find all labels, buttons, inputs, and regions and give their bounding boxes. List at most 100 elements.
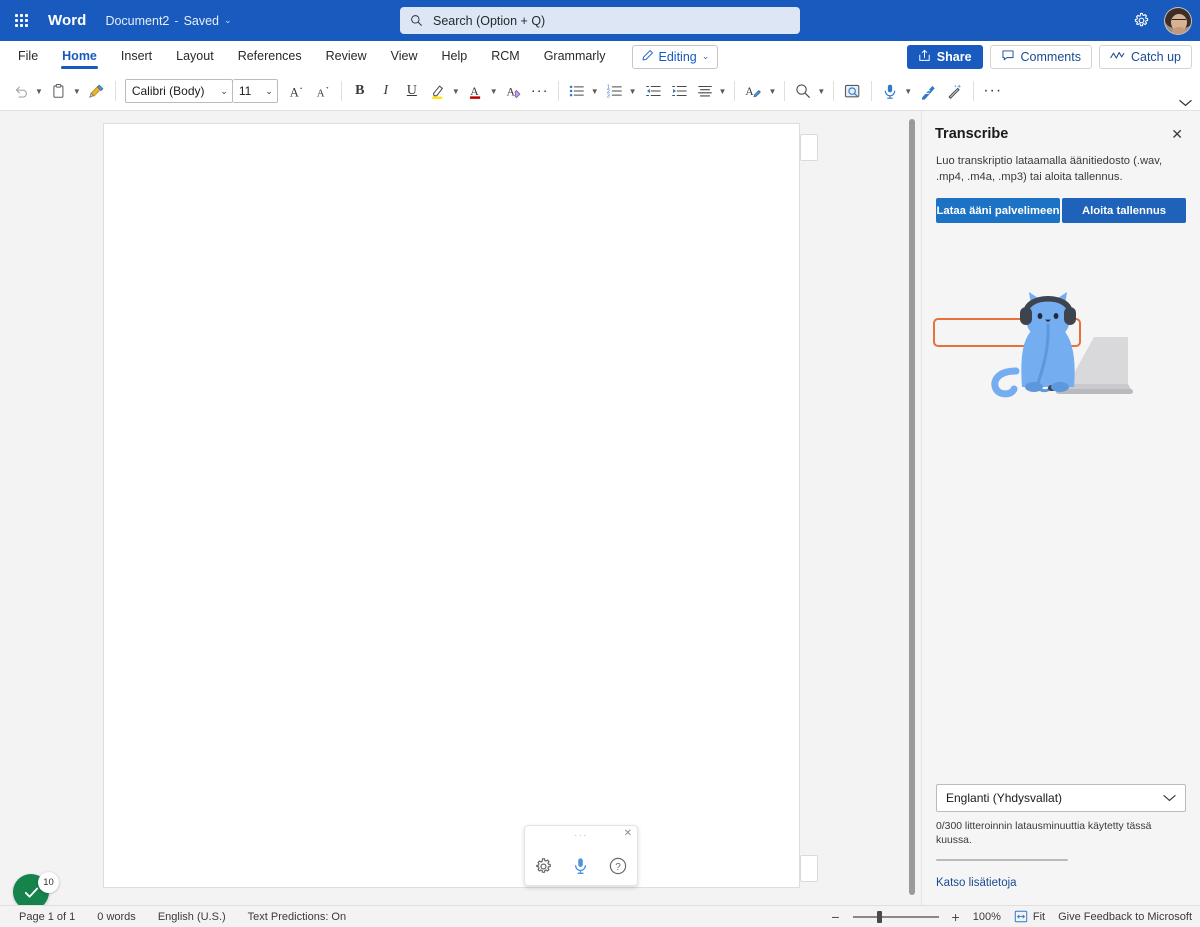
bullet-list-dropdown[interactable]: ▼ <box>590 87 602 96</box>
dictate-dropdown[interactable]: ▼ <box>903 87 915 96</box>
collapse-ribbon-button[interactable] <box>1179 72 1192 111</box>
toolbar-divider <box>784 81 786 101</box>
language-select[interactable]: Englanti (Yhdysvallat) <box>936 784 1186 812</box>
transcribe-pane-header: Transcribe ✕ <box>922 111 1200 143</box>
editor-issue-count[interactable]: 10 <box>38 872 59 893</box>
tab-file[interactable]: File <box>6 43 50 71</box>
tab-help[interactable]: Help <box>430 43 480 71</box>
tab-grammarly[interactable]: Grammarly <box>532 43 618 71</box>
app-launcher-button[interactable] <box>4 0 38 41</box>
numbered-list-button[interactable]: 123 <box>602 77 628 105</box>
align-dropdown[interactable]: ▼ <box>718 87 730 96</box>
paste-group: ▼ <box>46 77 84 105</box>
italic-button[interactable]: I <box>373 77 399 105</box>
more-info-link[interactable]: Katso lisätietoja <box>936 877 1017 889</box>
margin-note-button-bottom[interactable] <box>800 855 818 882</box>
grow-font-button[interactable]: A <box>284 77 310 105</box>
editor-button[interactable] <box>915 77 942 105</box>
increase-indent-button[interactable] <box>666 77 692 105</box>
status-right-items: − + 100% Fit Give Feedback to Microsoft <box>831 910 1192 924</box>
paste-button[interactable] <box>46 77 72 105</box>
text-predictions-status[interactable]: Text Predictions: On <box>248 911 346 923</box>
close-icon[interactable]: ✕ <box>1168 125 1186 143</box>
zoom-out-button[interactable]: − <box>831 910 839 924</box>
zoom-in-button[interactable]: + <box>952 910 960 924</box>
scrollbar-thumb[interactable] <box>909 119 915 895</box>
tab-view[interactable]: View <box>379 43 430 71</box>
tab-layout[interactable]: Layout <box>164 43 226 71</box>
catch-up-button[interactable]: Catch up <box>1098 44 1192 69</box>
dictate-button[interactable] <box>877 77 903 105</box>
align-button[interactable] <box>692 77 718 105</box>
settings-button[interactable] <box>1128 8 1154 34</box>
drag-handle[interactable]: ··· <box>574 830 588 840</box>
word-count[interactable]: 0 words <box>97 911 136 923</box>
search-input[interactable] <box>431 12 790 29</box>
shrink-font-button[interactable]: A <box>310 77 336 105</box>
paste-dropdown[interactable]: ▼ <box>72 87 84 96</box>
toolbar-more-button[interactable]: ··· <box>979 77 1006 105</box>
editing-mode-button[interactable]: Editing ⌄ <box>631 44 719 69</box>
find-button[interactable] <box>790 77 816 105</box>
designer-button[interactable] <box>839 77 866 105</box>
copilot-button[interactable] <box>942 77 968 105</box>
share-label: Share <box>936 49 972 64</box>
styles-dropdown[interactable]: ▼ <box>767 87 779 96</box>
undo-button[interactable] <box>8 77 34 105</box>
floating-dictation-toolbar[interactable]: ··· ✕ ? <box>524 825 638 886</box>
avatar[interactable] <box>1164 6 1192 35</box>
status-bar: Page 1 of 1 0 words English (U.S.) Text … <box>0 905 1200 927</box>
zoom-level[interactable]: 100% <box>973 911 1001 923</box>
comments-button[interactable]: Comments <box>989 44 1092 69</box>
bullet-list-icon <box>569 85 584 97</box>
styles-button[interactable]: A <box>740 77 767 105</box>
share-button[interactable]: Share <box>906 44 983 69</box>
tab-references[interactable]: References <box>226 43 314 71</box>
upload-audio-button[interactable]: Lataa ääni palvelimeen <box>936 198 1060 223</box>
font-size-select[interactable]: 11 ⌄ <box>232 79 278 103</box>
document-title-menu[interactable]: Document2 - Saved ⌄ <box>105 14 231 28</box>
tab-insert[interactable]: Insert <box>109 43 164 71</box>
font-color-dropdown[interactable]: ▼ <box>489 87 501 96</box>
pane-title: Transcribe <box>935 126 1009 142</box>
format-painter-button[interactable] <box>84 77 110 105</box>
floating-help-button[interactable]: ? <box>605 853 631 879</box>
document-canvas[interactable] <box>0 111 921 905</box>
floating-settings-button[interactable] <box>531 853 557 879</box>
document-page[interactable] <box>103 123 800 888</box>
font-color-button[interactable]: A <box>463 77 489 105</box>
bold-button[interactable]: B <box>347 77 373 105</box>
underline-button[interactable]: U <box>399 77 425 105</box>
decrease-indent-button[interactable] <box>640 77 666 105</box>
page-info[interactable]: Page 1 of 1 <box>19 911 75 923</box>
comment-icon <box>1001 49 1015 65</box>
tab-rcm[interactable]: RCM <box>479 43 531 71</box>
tab-review[interactable]: Review <box>314 43 379 71</box>
highlight-dropdown[interactable]: ▼ <box>451 87 463 96</box>
search-box[interactable] <box>400 7 800 34</box>
fit-button[interactable]: Fit <box>1014 910 1045 923</box>
start-recording-button[interactable]: Aloita tallennus <box>1062 198 1186 223</box>
find-dropdown[interactable]: ▼ <box>816 87 828 96</box>
font-more-options-button[interactable]: ··· <box>527 77 553 105</box>
undo-dropdown[interactable]: ▼ <box>34 87 46 96</box>
numbered-list-dropdown[interactable]: ▼ <box>628 87 640 96</box>
font-name-select[interactable]: Calibri (Body) ⌄ <box>124 79 233 103</box>
feedback-link[interactable]: Give Feedback to Microsoft <box>1058 911 1192 923</box>
floating-mic-button[interactable] <box>568 853 594 879</box>
tab-home[interactable]: Home <box>50 43 109 71</box>
quota-progress-bar <box>936 859 1068 861</box>
numbered-list-icon: 123 <box>607 84 622 99</box>
svg-text:?: ? <box>616 862 622 873</box>
clear-formatting-button[interactable]: A <box>501 77 527 105</box>
bullet-list-button[interactable] <box>564 77 590 105</box>
chevron-down-icon: ⌄ <box>701 51 710 61</box>
close-icon[interactable]: ✕ <box>624 828 632 839</box>
vertical-scrollbar[interactable] <box>909 119 915 895</box>
text-highlight-button[interactable] <box>425 77 451 105</box>
floating-toolbar-icons: ? <box>525 853 637 879</box>
zoom-slider-thumb[interactable] <box>876 910 882 923</box>
margin-note-button-top[interactable] <box>800 134 818 161</box>
proofing-language[interactable]: English (U.S.) <box>158 911 226 923</box>
zoom-slider[interactable] <box>852 910 939 923</box>
